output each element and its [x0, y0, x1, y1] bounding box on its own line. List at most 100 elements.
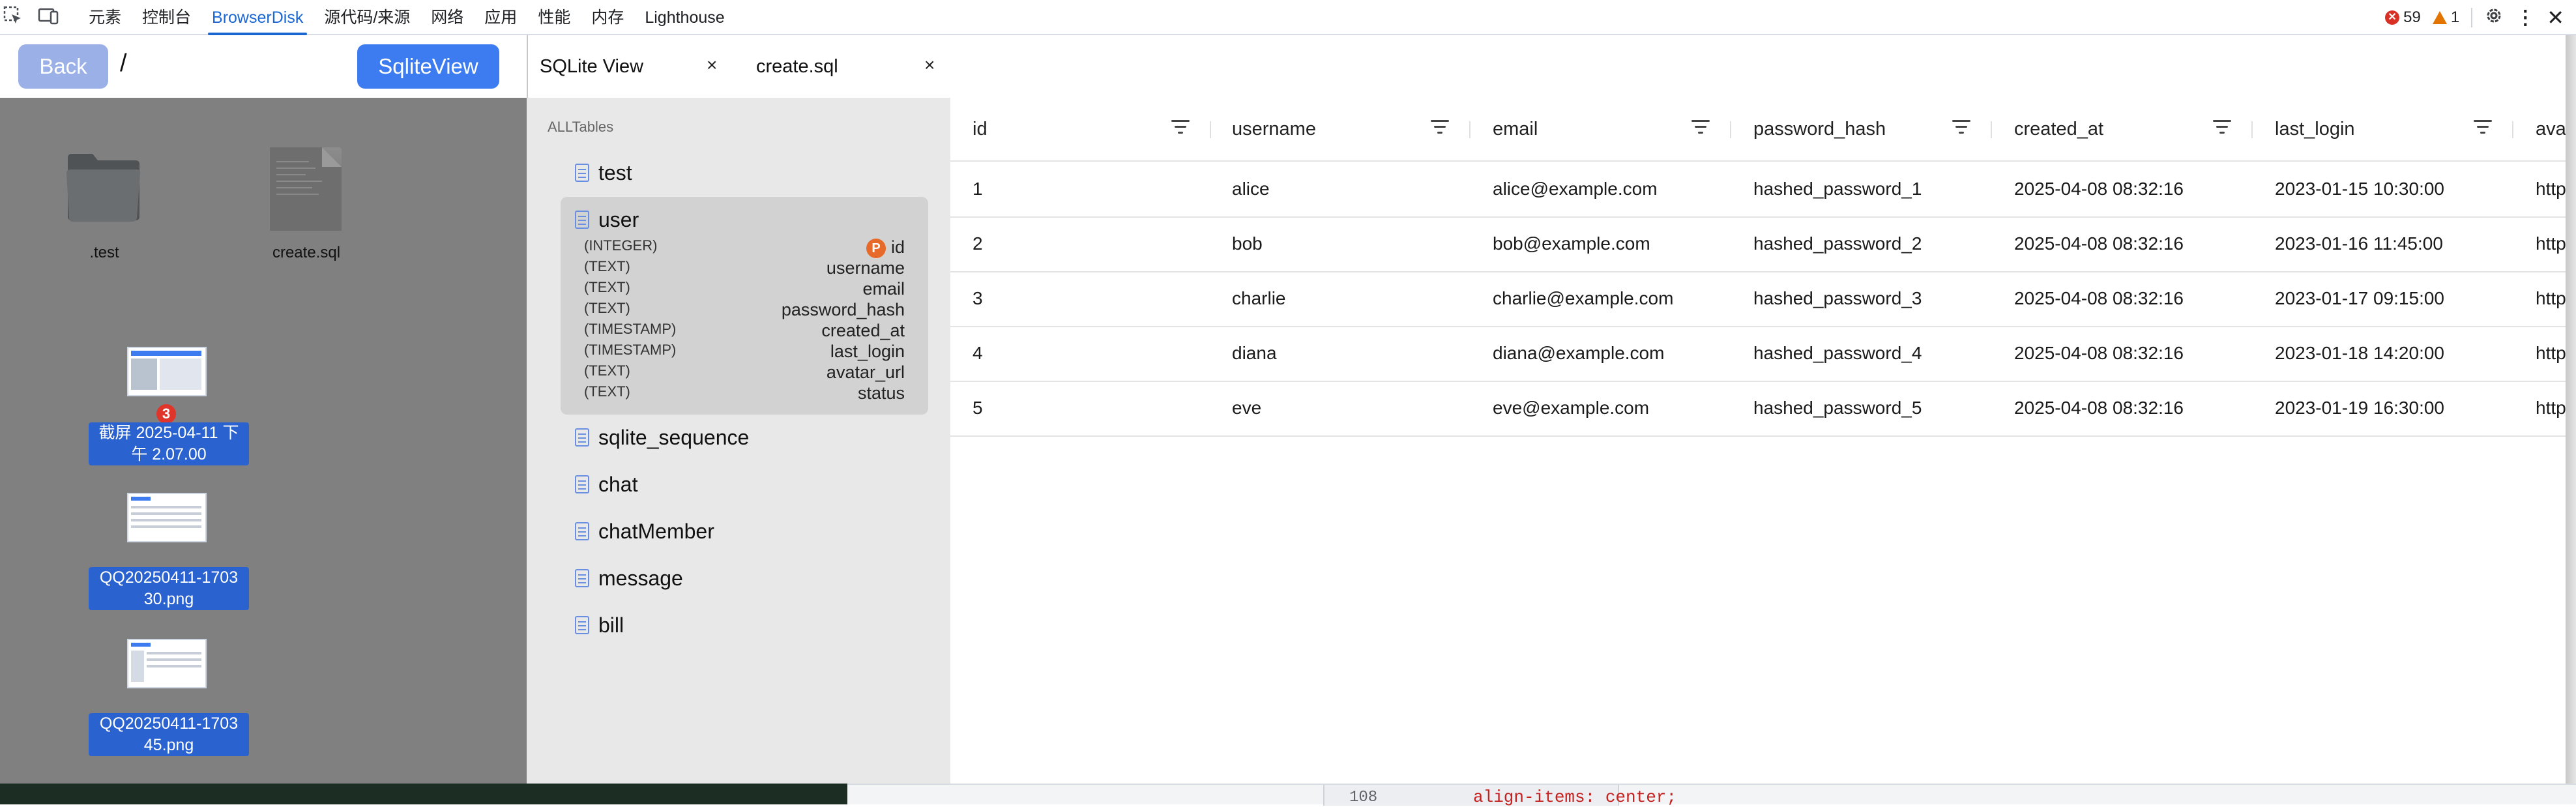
error-counter[interactable]: ✕ 59 — [2385, 8, 2421, 27]
devtools-tab[interactable]: 应用 — [474, 0, 527, 35]
table-row[interactable]: 1 alice alice@example.com hashed_password_1… — [950, 162, 2569, 218]
table-cell[interactable]: hashed_password_2 — [1753, 216, 1922, 271]
table-cell[interactable]: eve@example.com — [1493, 381, 1649, 435]
column-type: (TEXT) — [584, 383, 630, 400]
primary-key-icon: P — [866, 238, 886, 258]
more-options-icon[interactable]: ⋮ — [2515, 7, 2535, 29]
table-cell[interactable]: http — [2536, 216, 2566, 271]
table-cell[interactable]: 2023-01-15 10:30:00 — [2275, 162, 2444, 216]
table-row[interactable]: 4 diana diana@example.com hashed_password_4… — [950, 326, 2569, 382]
table-cell[interactable]: http — [2536, 326, 2566, 381]
window-edge-shadow — [2566, 35, 2576, 784]
devtools-tab[interactable]: 源代码/来源 — [314, 0, 420, 35]
table-cell[interactable]: 4 — [973, 326, 983, 381]
devtools-tab[interactable]: 控制台 — [132, 0, 201, 35]
devtools-tab[interactable]: 内存 — [581, 0, 634, 35]
column-header[interactable]: id — [973, 98, 988, 160]
devtools-tab[interactable]: Lighthouse — [634, 0, 735, 35]
column-divider[interactable] — [2251, 121, 2253, 138]
table-cell[interactable]: alice — [1232, 162, 1270, 216]
table-cell[interactable]: charlie@example.com — [1493, 271, 1673, 326]
column-header[interactable]: last_login — [2275, 98, 2355, 160]
table-cell[interactable]: charlie — [1232, 271, 1285, 326]
table-list-item[interactable]: test — [575, 156, 632, 189]
column-name-wrap: username — [827, 258, 905, 278]
table-cell[interactable]: hashed_password_4 — [1753, 326, 1922, 381]
table-cell[interactable]: 2023-01-17 09:15:00 — [2275, 271, 2444, 326]
inspect-element-icon[interactable] — [1, 5, 25, 29]
file-item-folder[interactable]: .test — [52, 145, 156, 269]
table-cell[interactable]: 2023-01-18 14:20:00 — [2275, 326, 2444, 381]
table-row[interactable]: 3 charlie charlie@example.com hashed_passwo… — [950, 271, 2569, 327]
table-cell[interactable]: diana@example.com — [1493, 326, 1664, 381]
warning-counter[interactable]: 1 — [2432, 8, 2459, 27]
table-cell[interactable]: 3 — [973, 271, 983, 326]
back-button[interactable]: Back — [18, 44, 108, 89]
table-list-item[interactable]: chat — [575, 468, 637, 501]
close-tab-icon[interactable]: × — [707, 55, 717, 76]
close-tab-icon[interactable]: × — [924, 55, 935, 76]
column-divider[interactable] — [2512, 121, 2513, 138]
column-header[interactable]: username — [1232, 98, 1316, 160]
column-header[interactable]: avat — [2536, 98, 2569, 160]
table-cell[interactable]: 2025-04-08 08:32:16 — [2014, 162, 2184, 216]
table-cell[interactable]: 2025-04-08 08:32:16 — [2014, 326, 2184, 381]
column-header[interactable]: email — [1493, 98, 1538, 160]
table-row[interactable]: 2 bob bob@example.com hashed_password_2 2025… — [950, 216, 2569, 272]
table-cell[interactable]: alice@example.com — [1493, 162, 1658, 216]
table-list-item[interactable]: sqlite_sequence — [575, 421, 749, 454]
filter-icon[interactable] — [2473, 120, 2493, 136]
devtools-tab[interactable]: 性能 — [527, 0, 581, 35]
column-definition: (TEXT) email — [584, 279, 905, 300]
filter-icon[interactable] — [1952, 120, 1971, 136]
column-divider[interactable] — [1469, 121, 1471, 138]
settings-gear-icon[interactable] — [2484, 6, 2504, 30]
file-item-screenshot[interactable]: QQ20250411-1703 45.png — [85, 638, 249, 761]
table-row[interactable]: 5 eve eve@example.com hashed_password_5 2025… — [950, 381, 2569, 437]
table-cell[interactable]: 2023-01-16 11:45:00 — [2275, 216, 2443, 271]
table-cell[interactable]: 2025-04-08 08:32:16 — [2014, 216, 2184, 271]
table-cell[interactable]: hashed_password_5 — [1753, 381, 1922, 435]
file-item-screenshot[interactable]: 3 截屏 2025-04-11 下 午 2.07.00 — [85, 345, 249, 469]
tab-sqlite-view[interactable]: SQLite View — [540, 56, 643, 78]
column-divider[interactable] — [1730, 121, 1731, 138]
table-cell[interactable]: 2025-04-08 08:32:16 — [2014, 381, 2184, 435]
file-item-document[interactable]: create.sql — [254, 145, 359, 269]
column-header[interactable]: password_hash — [1753, 98, 1886, 160]
sqlite-view-button[interactable]: SqliteView — [357, 44, 499, 89]
tab-create-sql[interactable]: create.sql — [756, 56, 838, 78]
table-cell[interactable]: bob — [1232, 216, 1263, 271]
table-cell[interactable]: 5 — [973, 381, 983, 435]
table-cell[interactable]: 2025-04-08 08:32:16 — [2014, 271, 2184, 326]
filter-icon[interactable] — [1430, 120, 1450, 136]
table-cell[interactable]: http — [2536, 162, 2566, 216]
table-cell[interactable]: http — [2536, 271, 2566, 326]
filter-icon[interactable] — [2212, 120, 2232, 136]
table-cell[interactable]: 2 — [973, 216, 983, 271]
devtools-tab[interactable]: BrowserDisk — [201, 0, 314, 35]
column-divider[interactable] — [1210, 121, 1211, 138]
table-list-item[interactable]: user — [575, 203, 639, 236]
table-cell[interactable]: 2023-01-19 16:30:00 — [2275, 381, 2444, 435]
table-icon — [575, 211, 589, 229]
table-cell[interactable]: hashed_password_1 — [1753, 162, 1922, 216]
close-devtools-icon[interactable]: ✕ — [2547, 5, 2564, 30]
column-divider[interactable] — [1991, 121, 1992, 138]
devtools-tab[interactable]: 元素 — [78, 0, 132, 35]
table-list-item[interactable]: bill — [575, 609, 624, 641]
device-toolbar-icon[interactable] — [37, 5, 60, 29]
table-list-item[interactable]: message — [575, 562, 683, 594]
table-cell[interactable]: diana — [1232, 326, 1277, 381]
file-item-screenshot[interactable]: QQ20250411-1703 30.png — [85, 492, 249, 615]
devtools-tab[interactable]: 网络 — [420, 0, 474, 35]
table-cell[interactable]: eve — [1232, 381, 1261, 435]
filter-icon[interactable] — [1691, 120, 1710, 136]
table-list-item[interactable]: chatMember — [575, 515, 714, 548]
table-cell[interactable]: http — [2536, 381, 2566, 435]
column-header[interactable]: created_at — [2014, 98, 2103, 160]
filter-icon[interactable] — [1171, 120, 1190, 136]
table-cell[interactable]: bob@example.com — [1493, 216, 1650, 271]
table-icon — [575, 428, 589, 447]
table-cell[interactable]: hashed_password_3 — [1753, 271, 1922, 326]
table-cell[interactable]: 1 — [973, 162, 983, 216]
